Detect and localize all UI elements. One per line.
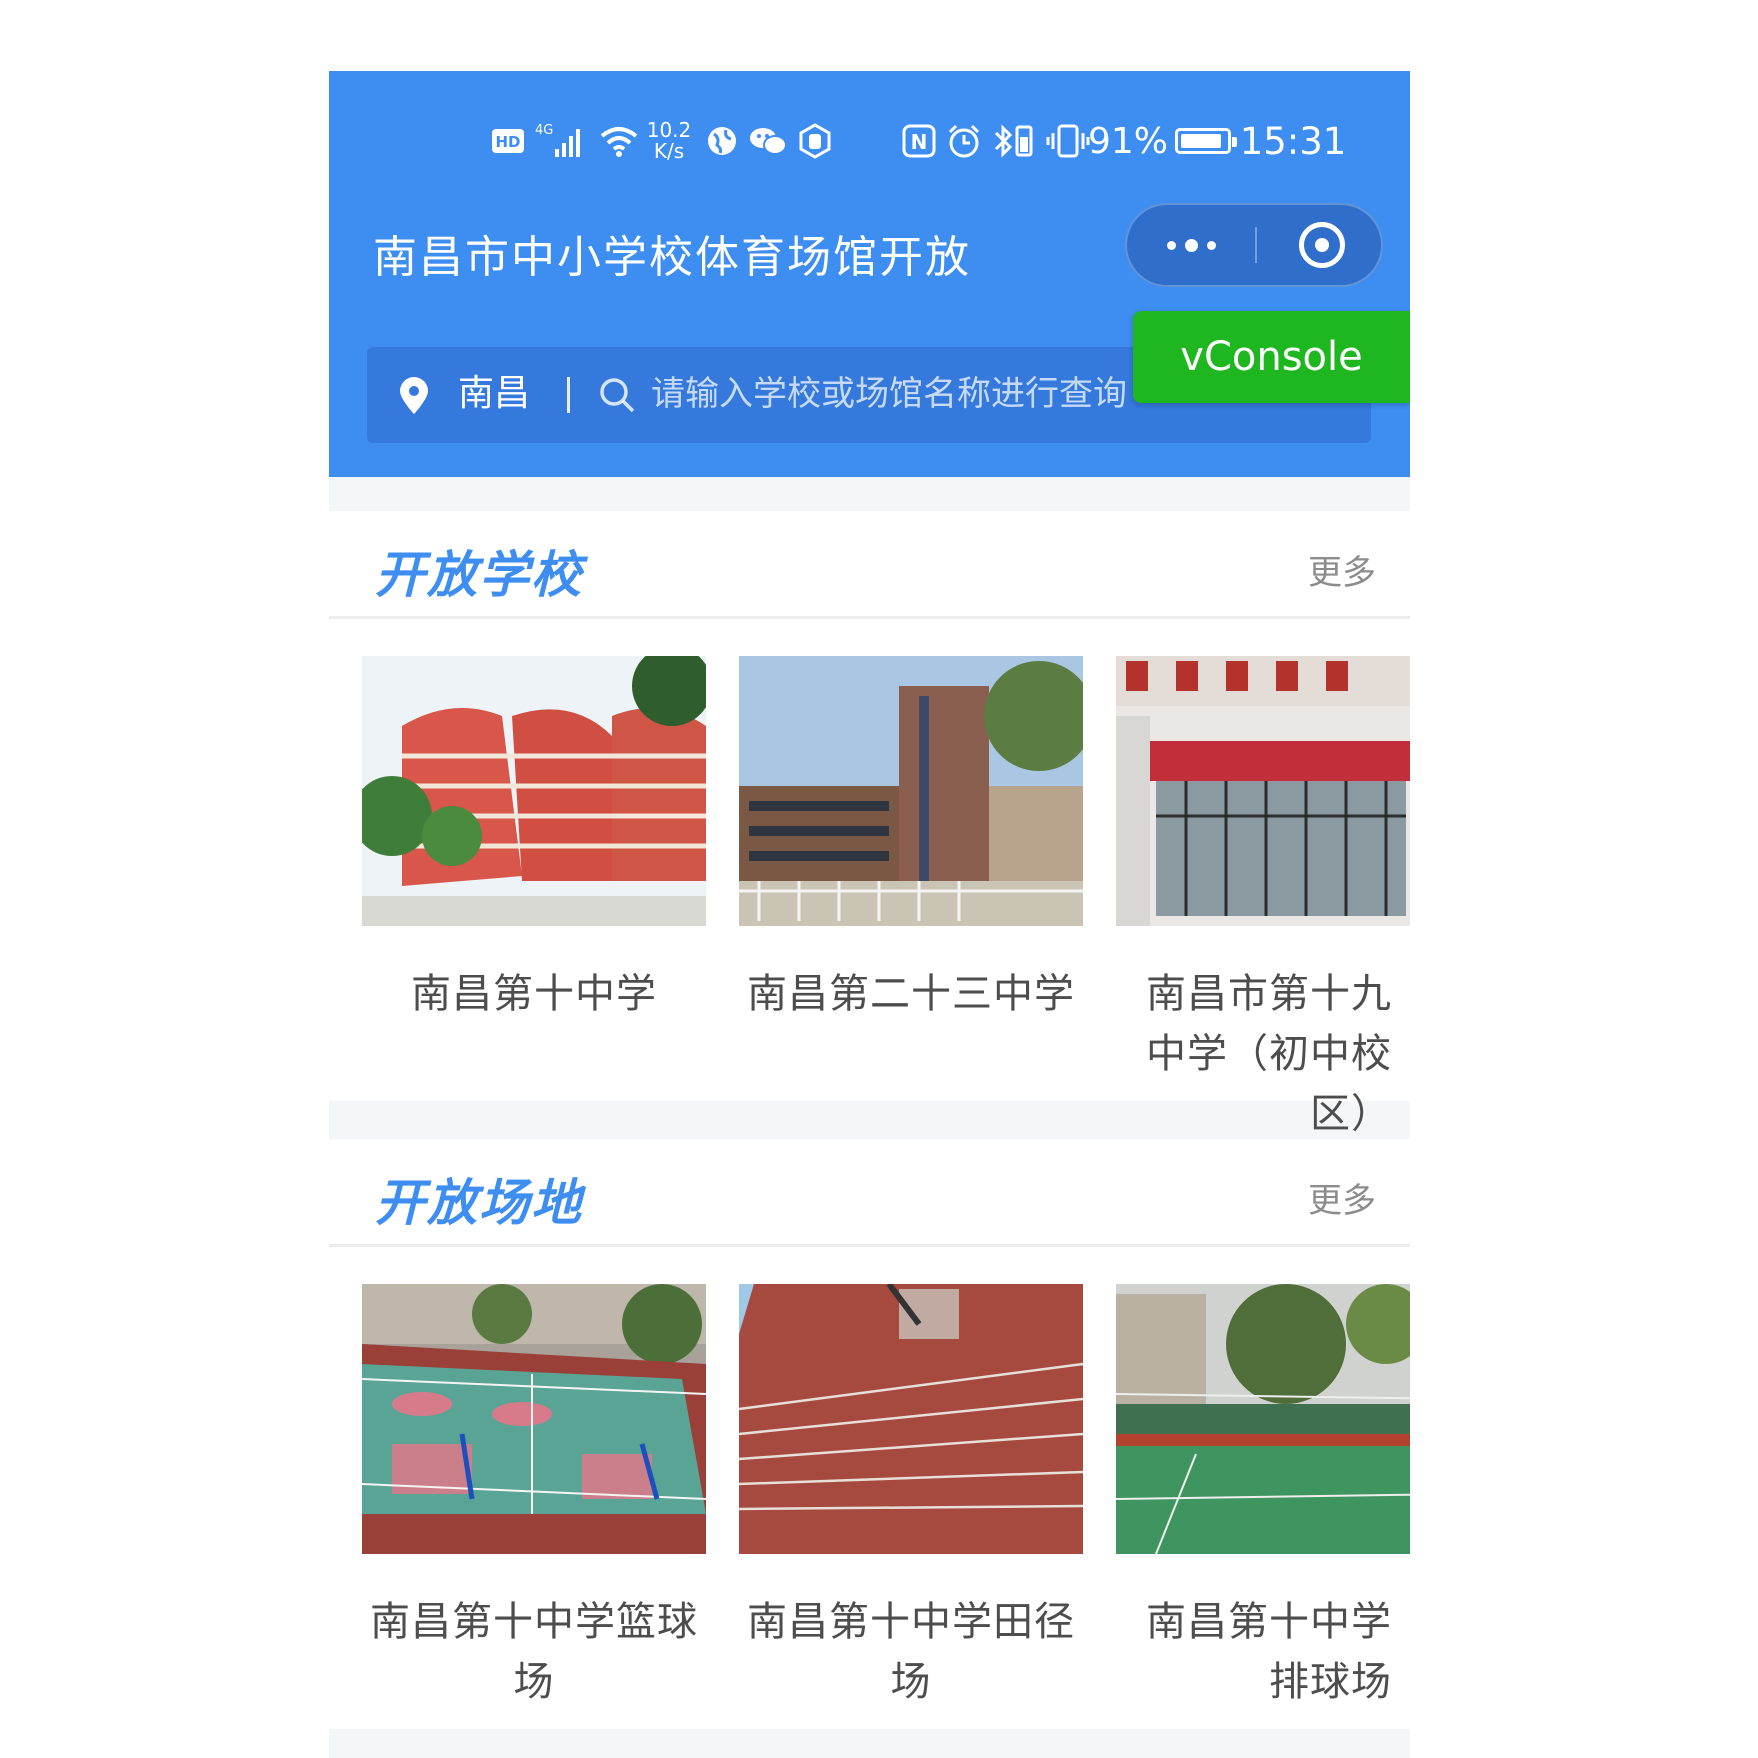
hd-icon: HD [489, 111, 527, 171]
more-menu-button[interactable] [1127, 205, 1255, 285]
vconsole-button[interactable]: vConsole [1133, 311, 1410, 403]
section-header: 开放场地 更多 [329, 1139, 1410, 1247]
school-photo [362, 656, 706, 926]
section-title: 开放学校 [375, 546, 583, 604]
battery-icon [1169, 111, 1237, 171]
nfc-icon: N [899, 111, 939, 171]
vibrate-icon [1044, 111, 1092, 171]
section-title: 开放场地 [375, 1174, 583, 1232]
section-header: 开放学校 更多 [329, 511, 1410, 619]
globe-icon [702, 111, 742, 171]
mini-program-screen: HD 4G 10.2 K/s N 91% 15:31 南昌市中小学校体育场馆开放… [329, 71, 1410, 1758]
venue-name: 南昌第十中学排球场 [1146, 1599, 1392, 1705]
cellular-signal-icon: 4G [534, 111, 592, 171]
search-divider [567, 377, 570, 413]
page-title: 南昌市中小学校体育场馆开放 [373, 232, 971, 283]
wifi-icon [597, 111, 641, 171]
open-schools-section: 开放学校 更多 南昌第十中学 南昌第二十三中学 南昌市第十九中学（初中校区） [329, 511, 1410, 1137]
status-bar: HD 4G 10.2 K/s N 91% 15:31 [329, 111, 1410, 171]
location-pin-icon[interactable] [397, 377, 431, 415]
venue-card[interactable]: 南昌第十中学田径场 [739, 1284, 1083, 1712]
more-link[interactable]: 更多 [1308, 1173, 1376, 1222]
school-name: 南昌第十中学 [411, 971, 657, 1017]
mini-program-capsule [1125, 203, 1383, 287]
bluetooth-battery-icon [989, 111, 1039, 171]
city-selector[interactable]: 南昌 [458, 369, 530, 419]
school-card[interactable]: 南昌第二十三中学 [739, 656, 1083, 1024]
svg-text:4G: 4G [535, 123, 553, 138]
school-name: 南昌市第十九中学（初中校区） [1146, 971, 1392, 1137]
capsule-divider [1255, 227, 1257, 263]
venue-card[interactable]: 南昌第十中学排球场 [1116, 1284, 1410, 1712]
target-icon [1315, 238, 1329, 252]
svg-text:N: N [911, 130, 928, 154]
search-icon [600, 378, 635, 413]
school-photo [739, 656, 1083, 926]
school-name: 南昌第二十三中学 [747, 971, 1075, 1017]
hand-shield-icon [794, 111, 836, 171]
venue-photo [362, 1284, 706, 1554]
school-photo [1116, 656, 1410, 926]
search-input[interactable]: 请输入学校或场馆名称进行查询 [651, 369, 1127, 419]
net-speed: 10.2 K/s [646, 118, 692, 163]
close-target-button[interactable] [1299, 222, 1345, 268]
battery-fill [1181, 134, 1221, 148]
venue-card[interactable]: 南昌第十中学篮球场 [362, 1284, 706, 1712]
alarm-icon [944, 111, 984, 171]
more-link[interactable]: 更多 [1308, 545, 1376, 594]
venue-photo [739, 1284, 1083, 1554]
school-card[interactable]: 南昌第十中学 [362, 656, 706, 1024]
dot-icon [1206, 240, 1216, 250]
venue-name: 南昌第十中学田径场 [747, 1599, 1075, 1705]
dot-icon [1166, 240, 1176, 250]
school-card[interactable]: 南昌市第十九中学（初中校区） [1116, 656, 1410, 1144]
open-venues-section: 开放场地 更多 南昌第十中学篮球场 南昌第十中学田径场 南昌第十中学排球场 [329, 1139, 1410, 1729]
wechat-icon [747, 111, 789, 171]
app-header: HD 4G 10.2 K/s N 91% 15:31 南昌市中小学校体育场馆开放… [329, 71, 1410, 477]
clock: 15:31 [1239, 119, 1347, 163]
battery-percent: 91% [1088, 120, 1169, 162]
svg-text:HD: HD [495, 133, 520, 151]
venue-name: 南昌第十中学篮球场 [370, 1599, 698, 1705]
dot-icon [1184, 238, 1198, 252]
venue-photo [1116, 1284, 1410, 1554]
